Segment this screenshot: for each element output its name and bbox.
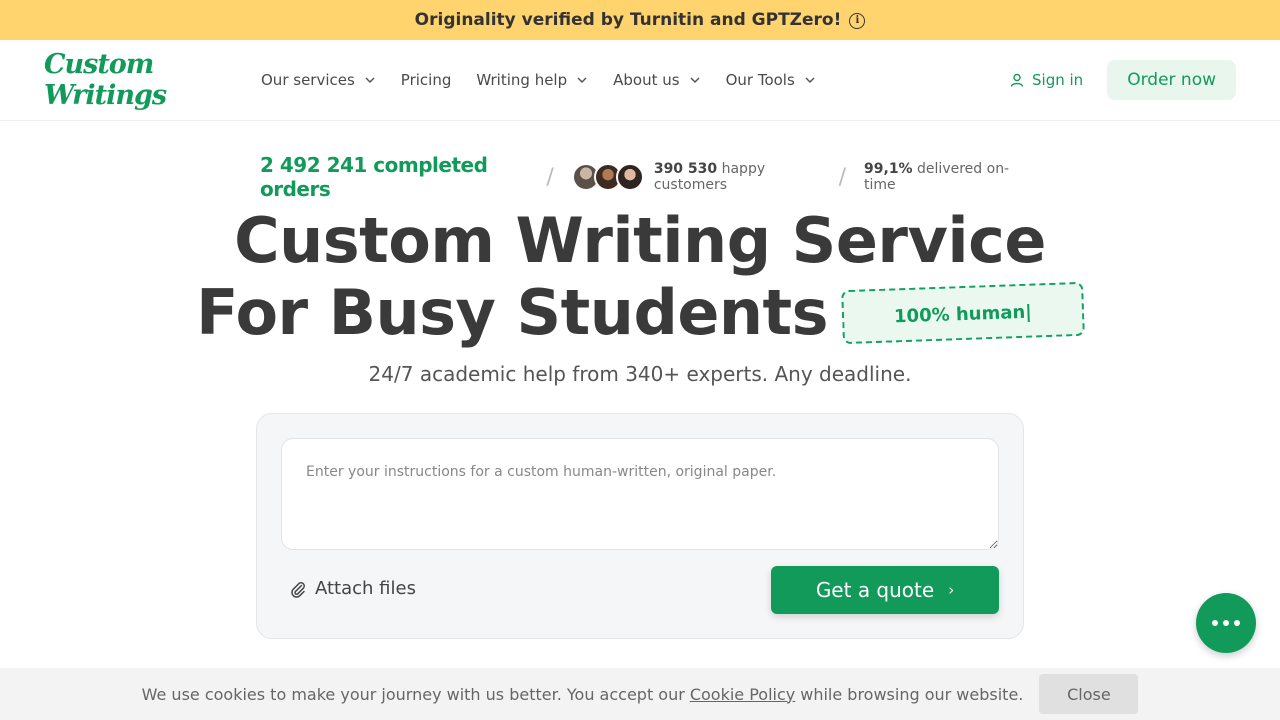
title-line-2: For Busy Students <box>196 276 829 349</box>
chevron-down-icon <box>577 77 587 84</box>
menu-item-about-us[interactable]: About us <box>613 71 700 89</box>
menu-item-pricing[interactable]: Pricing <box>401 71 452 89</box>
stats-row: 2 492 241 completed orders / 390 530 hap… <box>260 153 1020 201</box>
menu-item-label: Our services <box>261 71 355 89</box>
promo-banner: Originality verified by Turnitin and GPT… <box>0 0 1280 40</box>
cookie-text-before: We use cookies to make your journey with… <box>141 684 685 704</box>
chevron-down-icon <box>365 77 375 84</box>
paperclip-icon <box>291 581 305 598</box>
menu-item-label: Writing help <box>476 71 568 89</box>
happy-customers: 390 530 happy customers <box>654 161 821 193</box>
customers-count: 390 530 <box>653 161 718 177</box>
menu-item-our-tools[interactable]: Our Tools <box>726 71 816 89</box>
order-now-button[interactable]: Order now <box>1107 60 1236 100</box>
sign-in-label: Sign in <box>1032 71 1084 89</box>
sign-in-link[interactable]: Sign in <box>1010 71 1083 89</box>
promo-banner-text: Originality verified by Turnitin and GPT… <box>414 10 842 30</box>
delivered-on-time: 99,1% delivered on-time <box>864 161 1020 193</box>
header-nav: Custom Writings Our services Pricing Wri… <box>0 40 1280 121</box>
menu-item-writing-help[interactable]: Writing help <box>476 71 588 89</box>
info-icon[interactable]: i <box>849 12 866 29</box>
page-title: Custom Writing Service For Busy Students… <box>0 205 1280 349</box>
chat-dot-icon <box>1212 620 1218 626</box>
divider: / <box>546 164 554 190</box>
menu-item-label: Pricing <box>400 71 452 89</box>
avatar <box>615 163 644 191</box>
completed-orders: 2 492 241 completed orders <box>260 153 488 201</box>
cookie-banner: We use cookies to make your journey with… <box>0 668 1280 720</box>
cookie-text-after: while browsing our website. <box>800 684 1024 704</box>
chevron-down-icon <box>805 77 815 84</box>
nav-actions: Sign in Order now <box>1010 60 1236 100</box>
title-line-2-row: For Busy Students 100% human| <box>0 277 1280 349</box>
page-subtitle: 24/7 academic help from 340+ experts. An… <box>368 362 912 386</box>
user-icon <box>1010 73 1024 87</box>
chevron-down-icon <box>690 77 700 84</box>
menu-item-our-services[interactable]: Our services <box>261 71 376 89</box>
customer-avatars <box>571 163 644 191</box>
logo[interactable]: Custom Writings <box>44 49 261 111</box>
get-quote-button[interactable]: Get a quote › <box>771 566 999 614</box>
chat-button[interactable] <box>1196 593 1256 653</box>
instructions-input[interactable] <box>281 438 999 550</box>
quote-form: Attach files Get a quote › <box>256 413 1024 639</box>
main-menu: Our services Pricing Writing help About … <box>261 71 841 89</box>
menu-item-label: Our Tools <box>725 71 795 89</box>
human-badge: 100% human| <box>841 281 1085 345</box>
cookie-policy-link[interactable]: Cookie Policy <box>690 685 795 704</box>
chevron-right-icon: › <box>948 581 955 599</box>
attach-files-label: Attach files <box>315 578 416 599</box>
ontime-value: 99,1% <box>864 161 913 177</box>
attach-files-button[interactable]: Attach files <box>289 578 416 599</box>
cookie-close-button[interactable]: Close <box>1039 674 1139 714</box>
divider: / <box>838 164 847 190</box>
chat-dot-icon <box>1234 620 1240 626</box>
chat-dot-icon <box>1223 620 1229 626</box>
title-line-1: Custom Writing Service <box>234 204 1046 277</box>
get-quote-label: Get a quote <box>815 578 935 602</box>
menu-item-label: About us <box>613 71 680 89</box>
